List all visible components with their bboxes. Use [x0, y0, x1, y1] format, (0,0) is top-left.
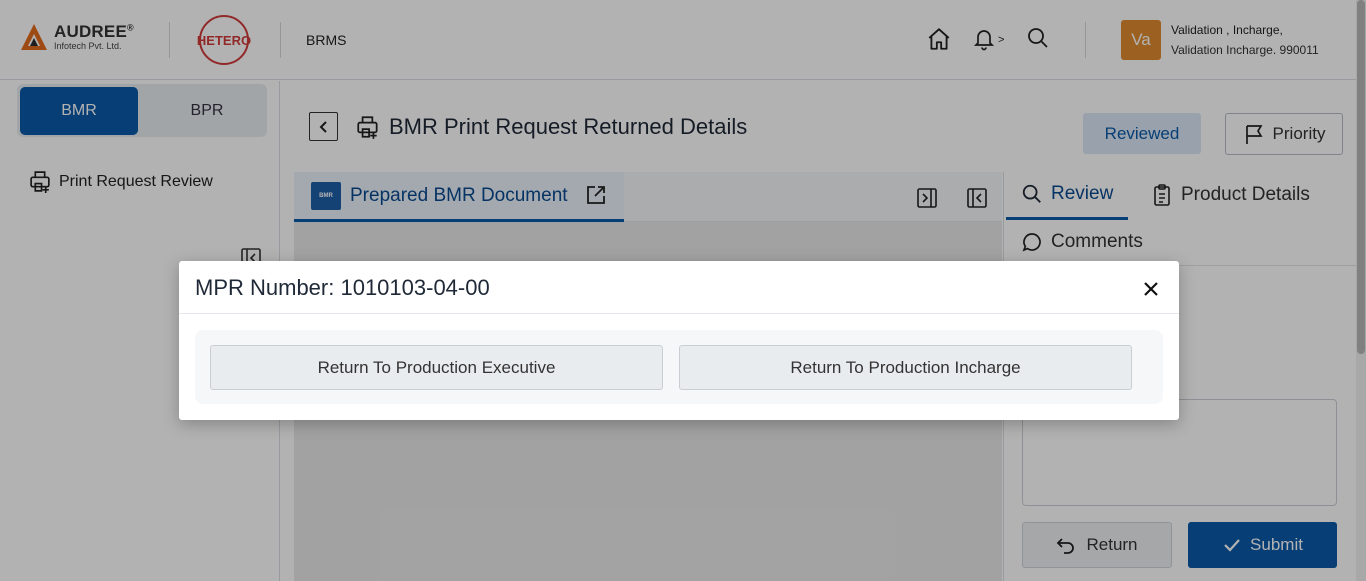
modal-divider: [179, 313, 1179, 314]
close-icon[interactable]: [1139, 277, 1163, 301]
return-to-production-incharge-button[interactable]: Return To Production Incharge: [679, 345, 1132, 390]
return-to-production-executive-button[interactable]: Return To Production Executive: [210, 345, 663, 390]
return-options-modal: MPR Number: 1010103-04-00 Return To Prod…: [179, 261, 1179, 420]
modal-body: Return To Production Executive Return To…: [195, 330, 1163, 404]
modal-title: MPR Number: 1010103-04-00: [195, 275, 490, 300]
